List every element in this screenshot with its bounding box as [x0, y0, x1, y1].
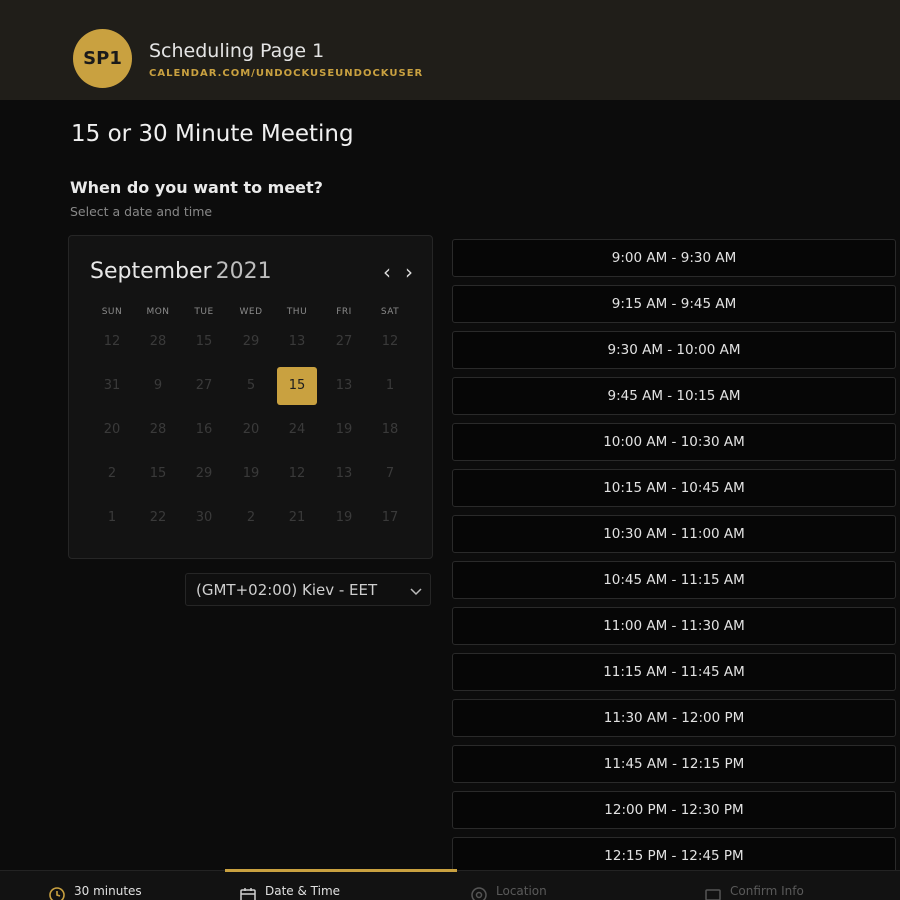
calendar-day[interactable]: 13 [324, 455, 364, 493]
weekday-label: FRI [336, 307, 352, 317]
scheduling-page-name: Scheduling Page 1 [149, 40, 325, 62]
weekday-label: TUE [194, 307, 214, 317]
calendar-day[interactable]: 18 [370, 411, 410, 449]
scheduling-page-url[interactable]: CALENDAR.COM/UNDOCKUSEUNDOCKUSER [149, 68, 423, 79]
chevron-left-icon[interactable]: ‹ [383, 262, 391, 282]
section-hint: Select a date and time [70, 204, 213, 219]
calendar-day[interactable]: 12 [370, 323, 410, 361]
calendar-day[interactable]: 15 [277, 367, 317, 405]
time-slot-button[interactable]: 10:15 AM - 10:45 AM [452, 469, 896, 507]
time-slot-button[interactable]: 9:15 AM - 9:45 AM [452, 285, 896, 323]
step-location-label: Location [496, 884, 547, 898]
calendar-day[interactable]: 19 [324, 411, 364, 449]
calendar-day[interactable]: 27 [184, 367, 224, 405]
location-icon [471, 887, 487, 900]
avatar: SP1 [73, 29, 132, 88]
calendar-day[interactable]: 13 [324, 367, 364, 405]
chevron-right-icon[interactable]: › [405, 262, 413, 282]
section-heading: When do you want to meet? [70, 178, 323, 197]
calendar-year: 2021 [215, 259, 272, 284]
chevron-down-icon [410, 588, 422, 596]
weekday-label: SAT [380, 307, 400, 317]
calendar-day[interactable]: 5 [231, 367, 271, 405]
calendar-day[interactable]: 1 [92, 499, 132, 537]
step-duration[interactable]: 30 minutes [48, 884, 142, 900]
calendar-day[interactable]: 31 [92, 367, 132, 405]
page-title: 15 or 30 Minute Meeting [71, 121, 354, 147]
weekday-label: MON [146, 307, 170, 317]
calendar-day[interactable]: 13 [277, 323, 317, 361]
calendar-day[interactable]: 30 [184, 499, 224, 537]
step-date-time-label: Date & Time [265, 884, 341, 898]
calendar-day[interactable]: 20 [92, 411, 132, 449]
weekday-label: THU [286, 307, 308, 317]
time-slot-button[interactable]: 11:00 AM - 11:30 AM [452, 607, 896, 645]
calendar-day[interactable]: 17 [370, 499, 410, 537]
calendar-day[interactable]: 24 [277, 411, 317, 449]
calendar-day[interactable]: 28 [138, 323, 178, 361]
calendar-day[interactable]: 21 [277, 499, 317, 537]
timezone-select[interactable]: (GMT+02:00) Kiev - EET [185, 573, 431, 606]
calendar-day[interactable]: 7 [370, 455, 410, 493]
time-slot-button[interactable]: 11:45 AM - 12:15 PM [452, 745, 896, 783]
step-confirm-info[interactable]: Confirm Info [704, 884, 804, 900]
calendar-day[interactable]: 27 [324, 323, 364, 361]
calendar-day[interactable]: 15 [138, 455, 178, 493]
card-icon [705, 889, 721, 900]
time-slot-button[interactable]: 10:00 AM - 10:30 AM [452, 423, 896, 461]
calendar-day[interactable]: 16 [184, 411, 224, 449]
calendar-day[interactable]: 29 [231, 323, 271, 361]
calendar: September 2021 ‹ › SUN MON TUE WED THU FRI SAT 1… [68, 235, 433, 559]
calendar-day[interactable]: 29 [184, 455, 224, 493]
time-slot-button[interactable]: 11:15 AM - 11:45 AM [452, 653, 896, 691]
calendar-day[interactable]: 9 [138, 367, 178, 405]
calendar-icon [240, 888, 256, 900]
calendar-day[interactable]: 19 [231, 455, 271, 493]
calendar-month-year: September 2021 [90, 259, 272, 284]
step-date-time[interactable]: Date & Time [239, 884, 340, 900]
weekday-label: WED [239, 307, 263, 317]
time-slot-button[interactable]: 9:45 AM - 10:15 AM [452, 377, 896, 415]
timezone-value: (GMT+02:00) Kiev - EET [196, 581, 378, 599]
calendar-month: September [90, 259, 212, 284]
time-slot-button[interactable]: 12:00 PM - 12:30 PM [452, 791, 896, 829]
time-slot-button[interactable]: 9:00 AM - 9:30 AM [452, 239, 896, 277]
time-slot-button[interactable]: 11:30 AM - 12:00 PM [452, 699, 896, 737]
calendar-day[interactable]: 22 [138, 499, 178, 537]
calendar-day[interactable]: 15 [184, 323, 224, 361]
time-slot-button[interactable]: 10:30 AM - 11:00 AM [452, 515, 896, 553]
calendar-day[interactable]: 2 [92, 455, 132, 493]
step-confirm-info-label: Confirm Info [730, 884, 804, 898]
calendar-day[interactable]: 28 [138, 411, 178, 449]
calendar-day[interactable]: 2 [231, 499, 271, 537]
calendar-day[interactable]: 12 [92, 323, 132, 361]
calendar-day[interactable]: 19 [324, 499, 364, 537]
calendar-day[interactable]: 1 [370, 367, 410, 405]
time-slot-button[interactable]: 9:30 AM - 10:00 AM [452, 331, 896, 369]
weekday-label: SUN [101, 307, 123, 317]
calendar-day[interactable]: 12 [277, 455, 317, 493]
step-location[interactable]: Location [470, 884, 547, 900]
clock-icon [49, 887, 65, 900]
header: SP1 Scheduling Page 1 CALENDAR.COM/UNDOC… [0, 0, 900, 100]
step-duration-label: 30 minutes [74, 884, 142, 898]
step-progress-bar [225, 869, 457, 872]
calendar-day[interactable]: 20 [231, 411, 271, 449]
progress-footer: 30 minutes Date & Time Location Confirm … [0, 869, 900, 900]
time-slot-button[interactable]: 10:45 AM - 11:15 AM [452, 561, 896, 599]
